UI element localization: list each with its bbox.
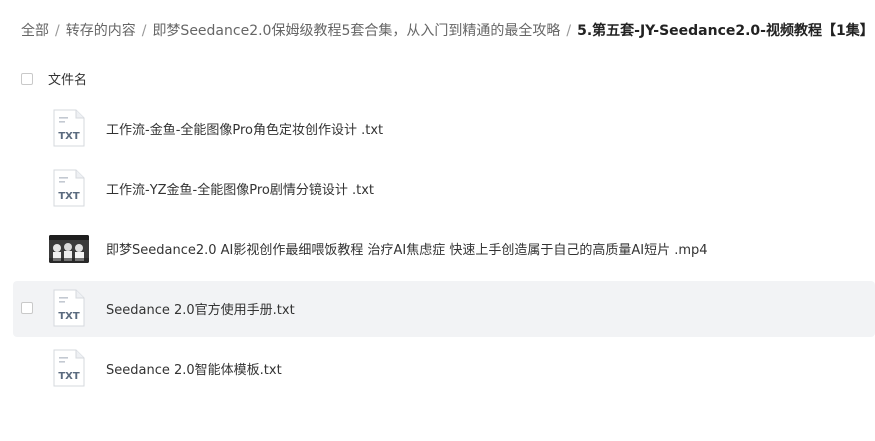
txt-file-icon: TXT: [53, 349, 85, 387]
breadcrumb-separator: /: [55, 23, 60, 39]
file-type-badge: TXT: [58, 191, 80, 202]
file-row[interactable]: TXT 工作流-YZ金鱼-全能图像Pro剧情分镜设计 .txt: [13, 161, 875, 217]
txt-file-icon: TXT: [53, 169, 85, 207]
video-thumbnail-icon: [49, 235, 89, 263]
file-list-header: 文件名: [0, 66, 875, 94]
file-name[interactable]: 工作流-金鱼-全能图像Pro角色定妆创作设计 .txt: [106, 119, 383, 138]
file-type-badge: TXT: [58, 311, 80, 322]
breadcrumb-item-current: 5.第五套-JY-Seedance2.0-视频教程【1集】: [577, 23, 874, 39]
column-header-filename[interactable]: 文件名: [48, 69, 87, 88]
txt-file-icon: TXT: [53, 109, 85, 147]
breadcrumb-item-collection[interactable]: 即梦Seedance2.0保姆级教程5套合集，从入门到精通的最全攻略: [152, 23, 560, 39]
txt-file-icon: TXT: [53, 289, 85, 327]
breadcrumb-separator: /: [141, 23, 147, 39]
file-row[interactable]: TXT Seedance 2.0官方使用手册.txt: [13, 281, 875, 337]
row-checkbox[interactable]: [21, 302, 33, 314]
file-type-badge: TXT: [58, 131, 80, 142]
file-row[interactable]: TXT 工作流-金鱼-全能图像Pro角色定妆创作设计 .txt: [13, 101, 875, 157]
file-row[interactable]: 即梦Seedance2.0 AI影视创作最细喂饭教程 治疗AI焦虑症 快速上手创…: [13, 221, 875, 277]
file-name[interactable]: Seedance 2.0官方使用手册.txt: [106, 299, 295, 318]
file-name[interactable]: Seedance 2.0智能体模板.txt: [106, 359, 282, 378]
breadcrumb-separator: /: [566, 23, 572, 39]
file-type-badge: TXT: [58, 371, 80, 382]
file-name[interactable]: 即梦Seedance2.0 AI影视创作最细喂饭教程 治疗AI焦虑症 快速上手创…: [106, 239, 708, 258]
select-all-checkbox[interactable]: [21, 73, 33, 85]
breadcrumb: 全部 / 转存的内容 / 即梦Seedance2.0保姆级教程5套合集，从入门到精通的最…: [21, 20, 874, 42]
file-name[interactable]: 工作流-YZ金鱼-全能图像Pro剧情分镜设计 .txt: [106, 179, 374, 198]
breadcrumb-item-all[interactable]: 全部: [21, 23, 49, 39]
breadcrumb-item-saved[interactable]: 转存的内容: [66, 23, 136, 39]
file-row[interactable]: TXT Seedance 2.0智能体模板.txt: [13, 341, 875, 397]
